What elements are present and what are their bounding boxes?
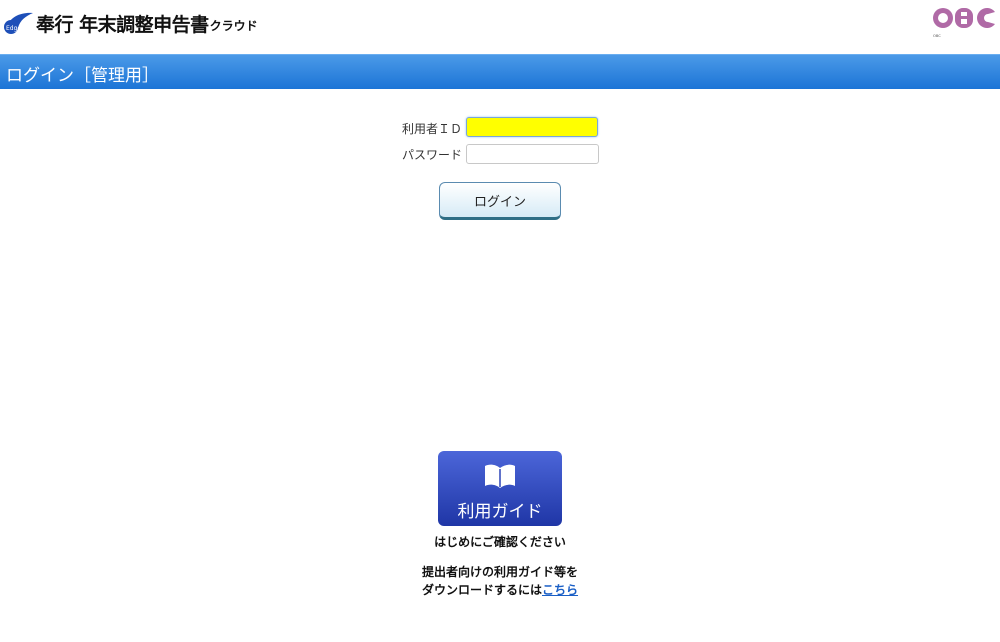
download-link[interactable]: こちら <box>542 583 578 597</box>
page-title: ログイン［管理用］ <box>6 66 159 86</box>
guide-note-line1: 提出者向けの利用ガイド等を <box>421 565 578 579</box>
guide-caption: はじめにご確認ください <box>434 535 566 549</box>
corp-logo-icon: OBC <box>933 8 995 38</box>
corp-logo-text: OBC <box>933 34 941 38</box>
title-bar: ログイン［管理用］ <box>0 54 1000 89</box>
guide-note-prefix: ダウンロードするには <box>421 583 542 597</box>
user-id-label: 利用者ＩＤ <box>401 122 462 136</box>
password-input[interactable] <box>466 144 599 164</box>
app-logo: Edge 奉行 年末調整申告書 クラウド <box>4 10 258 36</box>
user-id-input[interactable] <box>466 117 598 137</box>
brand-logo-icon: Edge <box>4 12 33 34</box>
brand-small-text: Edge <box>6 25 21 32</box>
app-header: Edge 奉行 年末調整申告書 クラウド OBC <box>0 0 1000 54</box>
user-guide-label: 利用ガイド <box>457 502 543 522</box>
app-name: 奉行 年末調整申告書 <box>36 14 209 36</box>
login-button[interactable]: ログイン <box>439 182 561 220</box>
app-suffix: クラウド <box>209 19 258 33</box>
book-icon <box>485 464 515 488</box>
user-guide-button[interactable]: 利用ガイド <box>438 451 562 526</box>
password-label: パスワード <box>401 148 462 162</box>
guide-note-line2: ダウンロードするにはこちら <box>380 581 620 599</box>
guide-note: 提出者向けの利用ガイド等を ダウンロードするにはこちら <box>380 563 620 599</box>
